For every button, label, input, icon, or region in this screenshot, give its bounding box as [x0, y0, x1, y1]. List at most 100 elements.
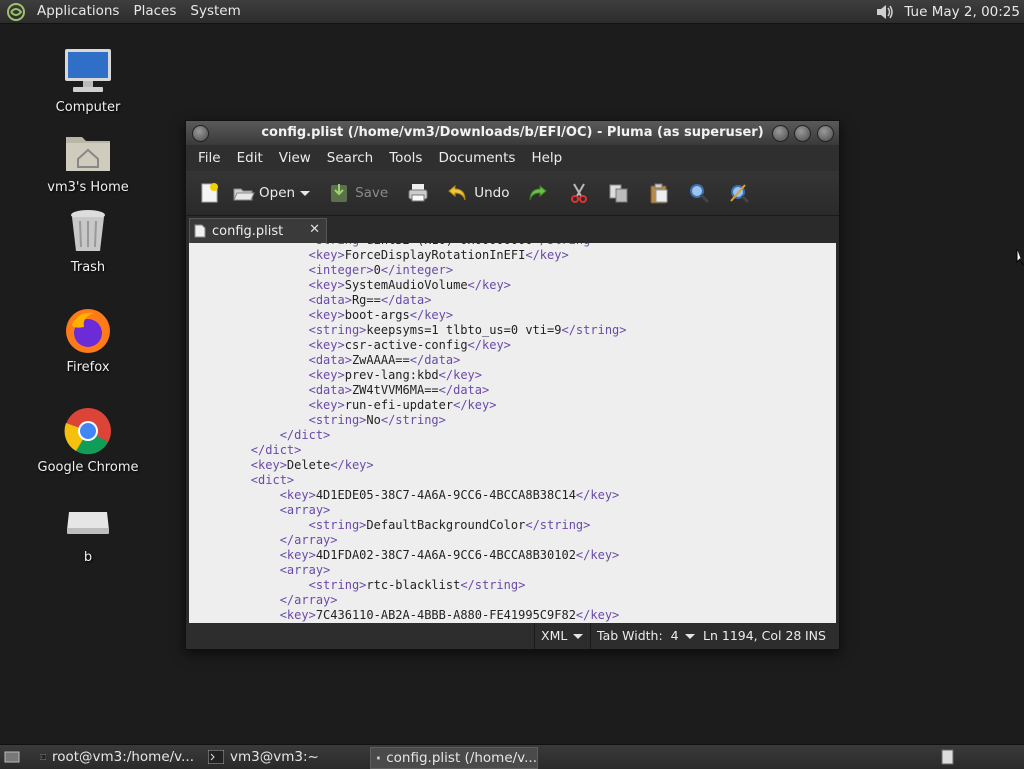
- language-label: XML: [541, 628, 568, 643]
- menu-help[interactable]: Help: [523, 150, 570, 166]
- clock[interactable]: Tue May 2, 00:25: [904, 4, 1020, 20]
- pluma-window: config.plist (/home/vm3/Downloads/b/EFI/…: [185, 120, 840, 650]
- undo-button[interactable]: Undo: [441, 176, 514, 210]
- cut-button[interactable]: [562, 176, 596, 210]
- desktop-icon-chrome[interactable]: Google Chrome: [33, 404, 143, 475]
- taskbar-item-terminal-root[interactable]: root@vm3:/home/v...: [34, 747, 194, 767]
- applications-menu[interactable]: Applications: [30, 0, 126, 23]
- desktop-icon-label: Trash: [70, 260, 106, 275]
- code-line: <string>keepsyms=1 tlbto_us=0 vti=9</str…: [308, 323, 627, 337]
- save-label: Save: [355, 185, 389, 201]
- taskbar-item-pluma[interactable]: config.plist (/home/v...: [370, 747, 538, 769]
- code-line: </dict>: [250, 443, 302, 457]
- find-button[interactable]: [682, 176, 716, 210]
- menu-tools[interactable]: Tools: [381, 150, 430, 166]
- desktop-icon-label: Google Chrome: [37, 460, 139, 475]
- desktop-icon-computer[interactable]: Computer: [33, 44, 143, 115]
- menu-view[interactable]: View: [271, 150, 319, 166]
- menu-search[interactable]: Search: [319, 150, 381, 166]
- document-tab[interactable]: config.plist ✕: [189, 218, 327, 243]
- show-desktop-icon[interactable]: [4, 749, 20, 765]
- text-editor[interactable]: <string>uint32 (x10) 0x00000000</string>…: [189, 243, 836, 623]
- save-button[interactable]: Save: [322, 176, 393, 210]
- close-window-button[interactable]: [817, 125, 834, 142]
- top-panel: Applications Places System Tue May 2, 00…: [0, 0, 1024, 24]
- code-line: <data>ZW4tVVM6MA==</data>: [308, 383, 490, 397]
- tab-label: config.plist: [212, 223, 284, 239]
- insert-mode: INS: [805, 628, 826, 643]
- code-line: <key>boot-args</key>: [308, 308, 454, 322]
- maximize-button[interactable]: [794, 125, 811, 142]
- system-menu[interactable]: System: [183, 0, 247, 23]
- open-button[interactable]: Open: [226, 176, 300, 210]
- home-folder-icon: [66, 137, 110, 171]
- code-line: <array>: [279, 503, 331, 517]
- code-line: </array>: [279, 533, 338, 547]
- code-line: <string>No</string>: [308, 413, 446, 427]
- cursor-position: Ln 1194, Col 28: [703, 628, 802, 643]
- bottom-panel: root@vm3:/home/v... vm3@vm3:~ config.pli…: [0, 744, 1024, 769]
- print-icon: [408, 184, 428, 202]
- drive-icon: [67, 512, 109, 534]
- code-line: <dict>: [250, 473, 295, 487]
- computer-icon: [65, 49, 111, 92]
- print-button[interactable]: [401, 176, 435, 210]
- task-label: vm3@vm3:~: [230, 749, 319, 765]
- terminal-icon: [208, 750, 224, 764]
- chevron-down-icon: [684, 633, 695, 639]
- code-line: <key>7C436110-AB2A-4BBB-A880-FE41995C9F8…: [279, 608, 620, 622]
- toolbar: Open Save Undo: [186, 171, 839, 216]
- chevron-down-icon: [573, 633, 584, 639]
- taskbar-item-terminal-vm3[interactable]: vm3@vm3:~: [202, 747, 362, 767]
- desktop-icon-firefox[interactable]: Firefox: [33, 304, 143, 375]
- code-line: <integer>0</integer>: [308, 263, 454, 277]
- task-label: root@vm3:/home/v...: [51, 749, 194, 765]
- window-menu-button[interactable]: [192, 125, 209, 142]
- desktop-icon-label: Firefox: [66, 360, 110, 375]
- code-line: <data>Rg==</data>: [308, 293, 432, 307]
- language-selector[interactable]: XML: [534, 623, 597, 649]
- copy-button[interactable]: [602, 176, 636, 210]
- new-button[interactable]: [192, 176, 226, 210]
- redo-icon: [529, 184, 548, 201]
- task-label: config.plist (/home/v...: [386, 750, 537, 766]
- terminal-icon: [40, 754, 46, 760]
- menu-documents[interactable]: Documents: [430, 150, 523, 166]
- undo-icon: [448, 184, 466, 201]
- menu-edit[interactable]: Edit: [229, 150, 271, 166]
- volume-icon[interactable]: [874, 2, 896, 22]
- desktop-icon-trash[interactable]: Trash: [33, 204, 143, 275]
- mate-logo-icon[interactable]: [6, 2, 26, 22]
- tab-width-selector[interactable]: Tab Width: 4: [590, 623, 695, 649]
- search-icon: [690, 184, 710, 204]
- code-line: <array>: [279, 563, 331, 577]
- code-line: <key>csr-active-config</key>: [308, 338, 511, 352]
- find-replace-icon: [730, 184, 750, 204]
- code-line: <string>DefaultBackgroundColor</string>: [308, 518, 591, 532]
- paste-button[interactable]: [642, 176, 676, 210]
- open-dropdown-button[interactable]: [300, 176, 314, 210]
- close-tab-icon[interactable]: ✕: [309, 222, 320, 237]
- code-line: <key>Delete</key>: [250, 458, 374, 472]
- menu-file[interactable]: File: [190, 150, 229, 166]
- chevron-down-icon: [300, 190, 311, 196]
- document-tabbar: config.plist ✕: [186, 216, 839, 244]
- places-menu[interactable]: Places: [126, 0, 183, 23]
- code-content[interactable]: <string>uint32 (x10) 0x00000000</string>…: [193, 243, 627, 623]
- desktop-icon-label: Computer: [55, 100, 121, 115]
- window-titlebar[interactable]: config.plist (/home/vm3/Downloads/b/EFI/…: [186, 121, 839, 145]
- cut-icon: [571, 183, 588, 203]
- code-line: <string>rtc-blacklist</string>: [308, 578, 526, 592]
- chrome-icon: [64, 408, 111, 455]
- redo-button[interactable]: [520, 176, 554, 210]
- code-line: </array>: [279, 593, 338, 607]
- minimize-button[interactable]: [772, 125, 789, 142]
- desktop-icon-drive[interactable]: b: [33, 494, 143, 565]
- copy-icon: [609, 184, 628, 203]
- trash-icon: [71, 210, 105, 251]
- code-line: <key>4D1EDE05-38C7-4A6A-9CC6-4BCCA8B38C1…: [279, 488, 620, 502]
- workspace-switcher-icon[interactable]: [940, 749, 956, 765]
- replace-button[interactable]: [722, 176, 756, 210]
- desktop-icon-home[interactable]: vm3's Home: [33, 124, 143, 195]
- desktop-icon-label: b: [83, 550, 93, 565]
